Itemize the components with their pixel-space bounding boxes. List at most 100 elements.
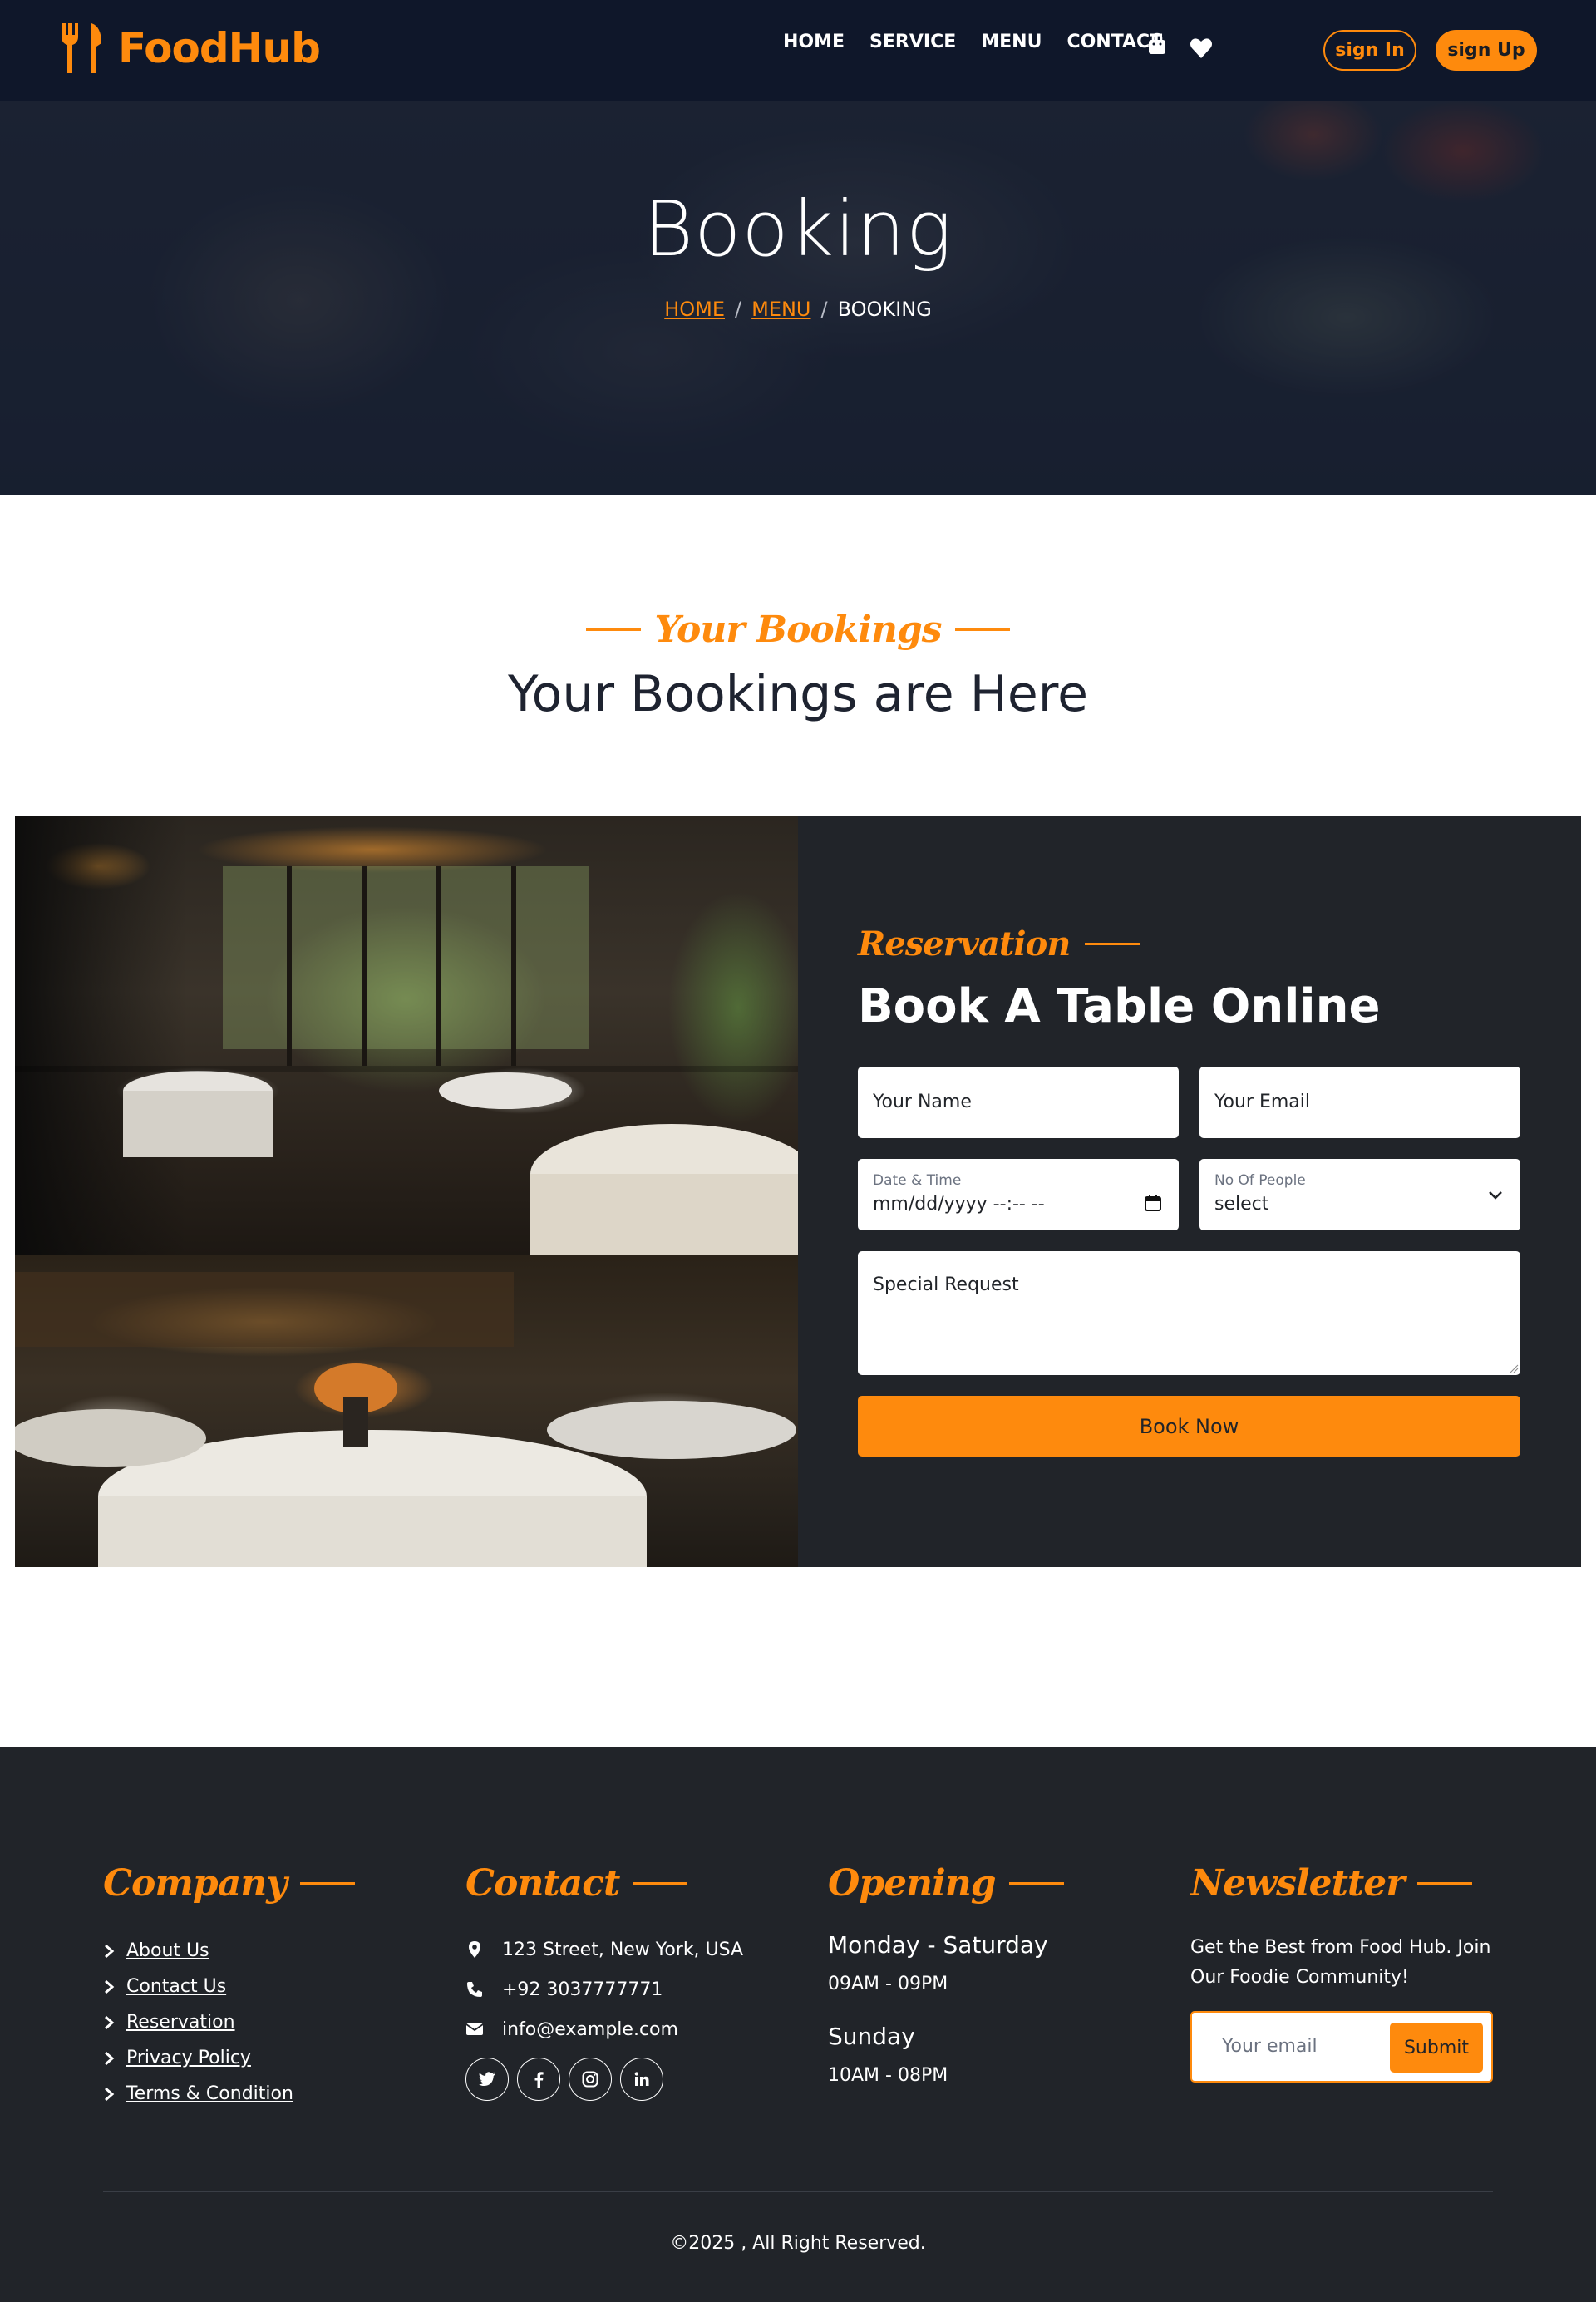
- special-request-placeholder: Special Request: [873, 1274, 1019, 1295]
- decorative-line: [586, 628, 642, 631]
- breadcrumb-current: BOOKING: [837, 298, 932, 321]
- footer-link-contact[interactable]: Contact Us: [126, 1976, 226, 1997]
- sign-in-button[interactable]: sign In: [1323, 30, 1416, 71]
- chevron-right-icon: [105, 2087, 115, 2101]
- book-now-button[interactable]: Book Now: [858, 1396, 1520, 1457]
- nav-home[interactable]: HOME: [783, 32, 845, 52]
- footer-link-item: Contact Us: [103, 1969, 355, 2004]
- main-nav: HOME SERVICE MENU CONTACT: [783, 32, 1162, 52]
- envelope-icon: [466, 2023, 484, 2035]
- utensils-icon: [62, 23, 101, 73]
- newsletter-email-input[interactable]: Your email: [1222, 2036, 1318, 2057]
- decorative-line: [1085, 943, 1140, 945]
- address-text: 123 Street, New York, USA: [502, 1939, 744, 1960]
- email-placeholder: Your Email: [1214, 1092, 1310, 1112]
- footer-contact: Contact 123 Street, New York, USA +92 30…: [466, 1862, 743, 2101]
- chevron-right-icon: [105, 2051, 115, 2065]
- reservation-subtitle: Reservation: [858, 924, 1071, 964]
- copyright-text: ©2025 , All Right Reserved.: [670, 2233, 926, 2254]
- footer-link-about[interactable]: About Us: [126, 1940, 209, 1961]
- opening-days-weekday: Monday - Saturday: [828, 1931, 1048, 1959]
- breadcrumb-separator: /: [820, 298, 828, 321]
- footer-company: Company About Us Contact Us Reservation …: [103, 1862, 355, 2112]
- brand-logo[interactable]: FoodHub: [58, 22, 321, 75]
- company-links: About Us Contact Us Reservation Privacy …: [103, 1933, 355, 2112]
- navbar: FoodHub HOME SERVICE MENU CONTACT sign I…: [0, 0, 1596, 101]
- footer-link-item: About Us: [103, 1933, 355, 1969]
- dining-table-illustration: [15, 1272, 796, 1567]
- decorative-line: [299, 1882, 355, 1885]
- phone-icon: [467, 1982, 482, 1997]
- linkedin-icon[interactable]: [620, 2058, 663, 2101]
- social-links: [466, 2058, 743, 2101]
- restaurant-photo-top: [15, 816, 798, 1255]
- reservation-subtitle-row: Reservation: [858, 924, 1140, 964]
- footer-company-title: Company: [103, 1862, 288, 1905]
- date-time-input[interactable]: Date & Time mm/dd/yyyy --:-- --: [858, 1159, 1179, 1230]
- instagram-icon[interactable]: [569, 2058, 612, 2101]
- people-value: select: [1214, 1194, 1269, 1215]
- brand-name: FoodHub: [118, 24, 321, 72]
- nav-service[interactable]: SERVICE: [869, 32, 956, 52]
- page-title: Booking: [643, 185, 953, 274]
- footer-link-item: Reservation: [103, 2004, 355, 2040]
- name-input[interactable]: Your Name: [858, 1067, 1179, 1138]
- email-text: info@example.com: [502, 2019, 678, 2040]
- footer: Company About Us Contact Us Reservation …: [0, 1747, 1596, 2302]
- footer-divider: [103, 2191, 1493, 2192]
- breadcrumb: HOME / MENU / BOOKING: [0, 298, 1596, 321]
- footer-newsletter: Newsletter Get the Best from Food Hub. J…: [1190, 1862, 1498, 2083]
- footer-link-reservation[interactable]: Reservation: [126, 2012, 235, 2033]
- opening-hours-weekday: 09AM - 09PM: [828, 1974, 948, 1994]
- opening-hours-sunday: 10AM - 08PM: [828, 2065, 948, 2086]
- decorative-line: [954, 628, 1010, 631]
- contact-email: info@example.com: [466, 2009, 743, 2049]
- footer-link-item: Terms & Condition: [103, 2076, 355, 2112]
- date-time-label: Date & Time: [873, 1172, 962, 1189]
- footer-link-item: Privacy Policy: [103, 2040, 355, 2076]
- contact-address: 123 Street, New York, USA: [466, 1930, 743, 1969]
- email-input[interactable]: Your Email: [1199, 1067, 1520, 1138]
- footer-newsletter-title: Newsletter: [1190, 1862, 1405, 1905]
- facebook-icon[interactable]: [517, 2058, 560, 2101]
- nav-menu[interactable]: MENU: [981, 32, 1042, 52]
- newsletter-submit-button[interactable]: Submit: [1390, 2023, 1483, 2073]
- newsletter-form: Your email Submit: [1190, 2011, 1493, 2083]
- breadcrumb-home[interactable]: HOME: [664, 298, 725, 321]
- decorative-line: [633, 1882, 688, 1885]
- footer-link-terms[interactable]: Terms & Condition: [126, 2083, 293, 2104]
- decorative-line: [1008, 1882, 1064, 1885]
- heart-icon[interactable]: [1189, 36, 1214, 61]
- twitter-icon[interactable]: [466, 2058, 509, 2101]
- chevron-down-icon: [1489, 1191, 1502, 1200]
- name-placeholder: Your Name: [873, 1092, 972, 1112]
- bookings-subtitle-row: Your Bookings: [0, 609, 1596, 651]
- people-select[interactable]: No Of People select: [1199, 1159, 1520, 1230]
- map-pin-icon: [469, 1941, 480, 1958]
- contact-phone: +92 3037777771: [466, 1969, 743, 2009]
- bookings-subtitle: Your Bookings: [654, 609, 942, 651]
- decorative-line: [1417, 1882, 1473, 1885]
- restaurant-photo-bottom: [15, 1255, 798, 1567]
- footer-opening: Opening Monday - Saturday 09AM - 09PM Su…: [828, 1862, 1064, 2086]
- sign-up-button[interactable]: sign Up: [1436, 30, 1537, 71]
- resize-handle-icon[interactable]: [1509, 1363, 1519, 1373]
- shopping-bag-icon[interactable]: [1145, 32, 1170, 57]
- chevron-right-icon: [105, 1979, 115, 1994]
- footer-link-privacy[interactable]: Privacy Policy: [126, 2048, 251, 2068]
- special-request-textarea[interactable]: Special Request: [858, 1251, 1520, 1375]
- breadcrumb-menu[interactable]: MENU: [751, 298, 810, 321]
- reservation-section: Reservation Book A Table Online Your Nam…: [15, 816, 1581, 1567]
- footer-contact-title: Contact: [466, 1862, 620, 1905]
- hero-banner: Booking HOME / MENU / BOOKING: [0, 101, 1596, 495]
- newsletter-description: Get the Best from Food Hub. Join Our Foo…: [1190, 1937, 1491, 1988]
- restaurant-interior-illustration: [15, 866, 798, 1255]
- opening-days-sunday: Sunday: [828, 2023, 915, 2050]
- chevron-right-icon: [105, 2015, 115, 2029]
- bookings-title: Your Bookings are Here: [508, 665, 1088, 723]
- date-time-value: mm/dd/yyyy --:-- --: [873, 1194, 1045, 1215]
- calendar-icon[interactable]: [1144, 1194, 1162, 1212]
- footer-opening-title: Opening: [828, 1862, 997, 1905]
- breadcrumb-separator: /: [735, 298, 742, 321]
- people-label: No Of People: [1214, 1172, 1306, 1189]
